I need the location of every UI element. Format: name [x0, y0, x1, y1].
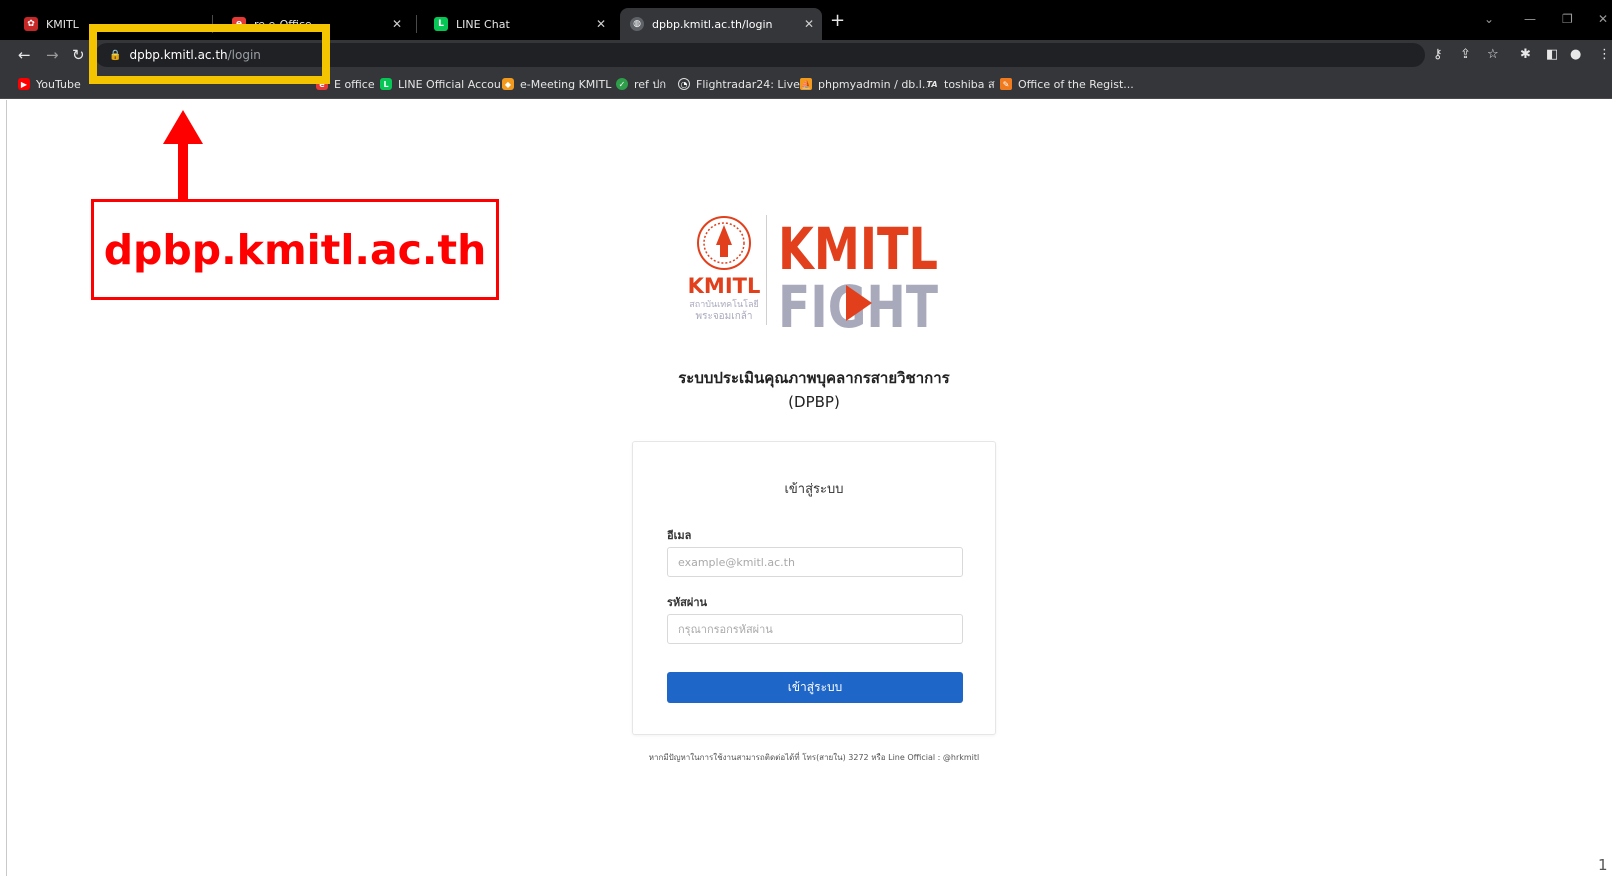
- bookmark-label: LINE Official Accou...: [398, 77, 512, 91]
- arrow-up-icon: [163, 110, 203, 144]
- tab-label: KMITL: [46, 17, 79, 31]
- close-icon[interactable]: ✕: [596, 17, 606, 31]
- bookmark-label: E office: [334, 77, 375, 91]
- logo-seal-text: KMITL: [688, 274, 760, 298]
- bookmark-youtube[interactable]: ▶ YouTube: [18, 76, 81, 92]
- login-button[interactable]: เข้าสู่ระบบ: [667, 672, 963, 703]
- bookmark-e-meeting[interactable]: ◆ e-Meeting KMITL: [502, 76, 611, 92]
- menu-icon[interactable]: ⋮: [1598, 46, 1611, 64]
- kmitl-favicon-icon: ✿: [24, 17, 38, 31]
- bookmark-flightradar[interactable]: ◔ Flightradar24: Live...: [678, 76, 810, 92]
- registrar-icon: ✎: [1000, 78, 1012, 90]
- check-circle-icon: ✓: [616, 78, 628, 90]
- password-label: รหัสผ่าน: [667, 596, 708, 609]
- back-icon[interactable]: ←: [18, 45, 31, 65]
- tab-dpbp-login[interactable]: ◍ dpbp.kmitl.ac.th/login ✕: [620, 8, 822, 40]
- kmitl-seal-icon: [697, 216, 751, 270]
- new-tab-icon[interactable]: +: [830, 12, 845, 30]
- line-favicon-icon: L: [434, 17, 448, 31]
- bookmark-label: ref ปก: [634, 78, 667, 91]
- phpmyadmin-icon: ⛵: [800, 78, 812, 90]
- bookmark-label: phpmyadmin / db.l...: [818, 77, 933, 91]
- system-subtitle: (DPBP): [788, 393, 840, 411]
- bookmark-label: Office of the Regist...: [1018, 77, 1134, 91]
- meeting-icon: ◆: [502, 78, 514, 90]
- bookmark-office-registrar[interactable]: ✎ Office of the Regist...: [1000, 76, 1134, 92]
- forward-icon[interactable]: →: [46, 45, 59, 65]
- arrow-shaft: [178, 142, 188, 200]
- restore-icon[interactable]: ❐: [1562, 12, 1573, 26]
- close-icon[interactable]: ✕: [804, 17, 814, 31]
- tab-search-icon[interactable]: ⌄: [1484, 12, 1494, 26]
- logo-thai-line1: สถาบันเทคโนโลยี: [689, 299, 759, 310]
- line-icon: L: [380, 78, 392, 90]
- help-text: หากมีปัญหาในการใช้งานสามารถติดต่อได้ที่ …: [648, 753, 980, 762]
- kmitl-fight-logo: KMITL สถาบันเทคโนโลยี พระจอมเกล้า KMITL …: [688, 215, 938, 337]
- password-field[interactable]: [667, 614, 963, 644]
- login-card: เข้าสู่ระบบ อีเมล รหัสผ่าน เข้าสู่ระบบ: [632, 441, 996, 735]
- side-panel-icon[interactable]: ◧: [1546, 46, 1558, 64]
- url-highlight-box: [89, 24, 330, 84]
- extensions-icon[interactable]: ✱: [1520, 46, 1531, 64]
- logo-divider: [766, 215, 767, 325]
- reload-icon[interactable]: ↻: [72, 45, 85, 65]
- bookmark-label: e-Meeting KMITL: [520, 77, 612, 91]
- page-number: 1: [1598, 856, 1608, 874]
- bookmark-ref[interactable]: ✓ ref ปก: [616, 76, 666, 92]
- logo-thai-line2: พระจอมเกล้า: [695, 310, 752, 322]
- tab-line-chat[interactable]: L LINE Chat ✕: [424, 8, 614, 40]
- radar-icon: ◔: [678, 78, 690, 90]
- star-icon[interactable]: ☆: [1487, 46, 1499, 64]
- youtube-icon: ▶: [18, 78, 30, 90]
- toshiba-icon: TA: [926, 78, 938, 90]
- tab-label: LINE Chat: [456, 17, 510, 31]
- bookmark-label: toshiba ส: [944, 78, 995, 91]
- tab-separator: [416, 15, 417, 33]
- bookmark-label: YouTube: [36, 77, 81, 91]
- globe-icon: ◍: [630, 17, 644, 31]
- minimize-icon[interactable]: —: [1524, 12, 1536, 26]
- tab-label: dpbp.kmitl.ac.th/login: [652, 17, 773, 31]
- bookmark-phpmyadmin[interactable]: ⛵ phpmyadmin / db.l...: [800, 76, 932, 92]
- close-icon[interactable]: ✕: [392, 17, 402, 31]
- system-title: ระบบประเมินคุณภาพบุคลากรสายวิชาการ: [678, 369, 950, 387]
- annotation-label: dpbp.kmitl.ac.th: [103, 225, 487, 274]
- window-close-icon[interactable]: ✕: [1598, 12, 1608, 26]
- login-title: เข้าสู่ระบบ: [784, 482, 844, 497]
- share-icon[interactable]: ⇪: [1460, 46, 1471, 64]
- bookmark-toshiba[interactable]: TA toshiba ส: [926, 76, 995, 92]
- bookmark-line-official[interactable]: L LINE Official Accou...: [380, 76, 511, 92]
- email-field[interactable]: [667, 547, 963, 577]
- key-icon[interactable]: ⚷: [1433, 46, 1443, 64]
- profile-avatar-icon[interactable]: ●: [1570, 46, 1581, 64]
- bookmark-label: Flightradar24: Live...: [696, 77, 811, 91]
- email-label: อีเมล: [667, 529, 692, 542]
- annotation-callout: dpbp.kmitl.ac.th: [91, 199, 499, 300]
